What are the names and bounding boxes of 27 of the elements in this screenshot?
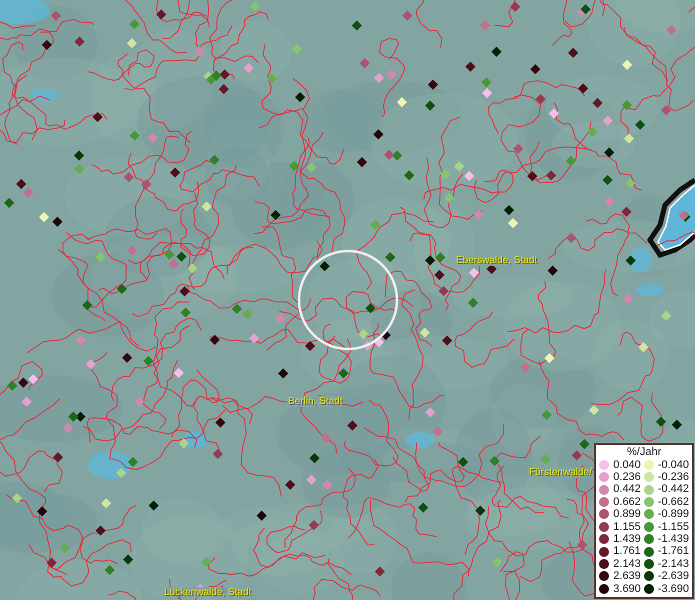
legend-value: 0.040	[613, 458, 641, 471]
legend-value: -0.662	[658, 496, 689, 508]
legend-value: 0.442	[613, 483, 641, 496]
legend-value: 0.899	[613, 508, 641, 521]
legend-value: 2.639	[613, 570, 641, 583]
legend-value: -1.761	[658, 545, 689, 558]
place-label: Eberswalde, Stadt	[455, 255, 538, 266]
legend-value: -3.690	[658, 582, 689, 595]
legend-value: 3.690	[613, 582, 641, 595]
place-label: Luckenwalde, Stadt	[163, 587, 252, 598]
legend-value: 0.236	[613, 470, 641, 484]
legend-value: -0.236	[658, 470, 689, 484]
legend-value: -2.143	[658, 558, 689, 570]
place-label: Berlin, Stadt	[287, 396, 344, 407]
legend-value: 2.143	[613, 558, 641, 570]
legend-value: -1.439	[658, 532, 689, 546]
place-label: Fürstenwalde/	[528, 467, 593, 478]
legend-value: 1.155	[613, 520, 641, 533]
legend-value: -2.639	[658, 570, 689, 583]
legend-value: -0.899	[658, 508, 689, 521]
legend-value: 1.439	[613, 532, 641, 546]
legend-value: 1.761	[613, 545, 641, 558]
legend-title: %/Jahr	[626, 446, 662, 459]
legend-value: -0.040	[658, 458, 689, 471]
legend-value: -0.442	[658, 483, 689, 496]
legend-value: -1.155	[658, 520, 689, 533]
legend-value: 0.662	[613, 496, 641, 508]
